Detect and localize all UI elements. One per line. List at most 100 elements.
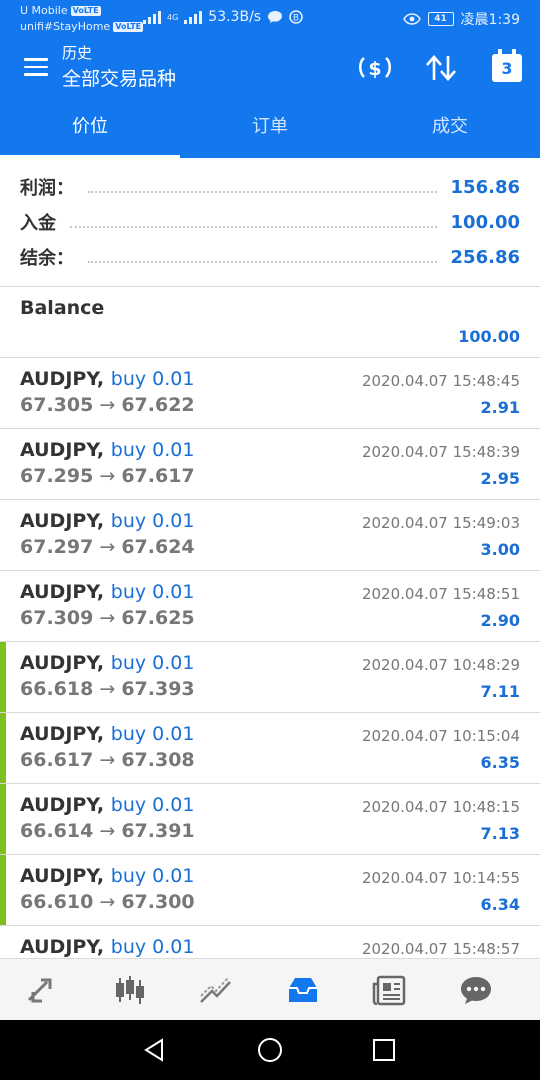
menu-icon[interactable] (24, 58, 48, 76)
recents-icon[interactable] (372, 1038, 396, 1062)
deal-prices: 66.614 → 67.391 (20, 820, 195, 842)
network-type: 4G (167, 12, 179, 22)
balance-value: 256.86 (450, 246, 520, 268)
deal-profit: 2.95 (480, 469, 520, 488)
deal-symbol-name: AUDJPY, (20, 510, 105, 532)
deal-time: 2020.04.07 15:48:39 (361, 443, 520, 461)
deal-symbol-name: AUDJPY, (20, 368, 105, 390)
svg-text:$: $ (368, 58, 381, 80)
chart-icon (115, 976, 144, 1004)
balance-row: 结余： 256.86 (20, 242, 520, 272)
status-right: 41 凌晨1:39 (402, 9, 520, 29)
trade-icon (200, 977, 232, 1003)
app-bar: 历史 全部交易品种 $ 3 (0, 38, 540, 98)
nav-messages[interactable] (433, 959, 520, 1021)
sort-icon[interactable] (424, 52, 458, 84)
deal-open-price: 66.618 (20, 678, 94, 700)
deal-row[interactable]: AUDJPY, buy 0.01 66.617 → 67.308 2020.04.0… (0, 713, 540, 784)
currency-exchange-icon[interactable]: $ (356, 52, 394, 84)
tab-prices[interactable]: 价位 (0, 98, 180, 158)
arrow-right-icon: → (93, 394, 122, 416)
arrow-right-icon: → (93, 465, 122, 487)
profit-value: 156.86 (450, 176, 520, 198)
deal-time: 2020.04.07 15:48:45 (361, 372, 520, 390)
deal-time: 2020.04.07 15:48:57 (361, 940, 520, 958)
arrow-right-icon: → (93, 678, 122, 700)
tab-deals[interactable]: 成交 (360, 98, 540, 158)
deal-row[interactable]: AUDJPY, buy 0.01 67.305 → 67.622 2020.04.0… (0, 358, 540, 429)
message-notification-icon (268, 11, 283, 23)
deal-profit: 6.34 (480, 895, 520, 914)
carrier-2: unifi#StayHome (20, 20, 111, 33)
deal-symbol: AUDJPY, buy 0.01 (20, 794, 194, 816)
volte-badge: VoLTE (113, 22, 144, 32)
deal-row[interactable]: AUDJPY, buy 0.01 2020.04.07 15:48:57 (0, 926, 540, 960)
deal-list[interactable]: AUDJPY, buy 0.01 67.305 → 67.622 2020.04.0… (0, 358, 540, 960)
status-bar: U Mobile VoLTE unifi#StayHome VoLTE 4G 53.… (0, 0, 540, 38)
deal-symbol: AUDJPY, buy 0.01 (20, 936, 194, 958)
news-icon (372, 975, 405, 1006)
arrow-right-icon: → (93, 607, 122, 629)
deal-type: buy 0.01 (110, 581, 195, 603)
arrow-right-icon: → (93, 749, 122, 771)
volte-badge: VoLTE (70, 6, 101, 16)
deal-time: 2020.04.07 10:14:55 (361, 869, 520, 887)
svg-text:B: B (293, 14, 299, 24)
deal-prices: 66.610 → 67.300 (20, 891, 195, 913)
page-title: 历史 (62, 44, 93, 62)
tab-orders[interactable]: 订单 (180, 98, 360, 158)
deal-type: buy 0.01 (110, 368, 195, 390)
deal-time: 2020.04.07 10:15:04 (361, 727, 520, 745)
balance-label: 结余： (20, 248, 74, 269)
carrier-info: U Mobile VoLTE unifi#StayHome VoLTE (20, 3, 144, 35)
deal-close-price: 67.624 (121, 536, 195, 558)
profit-label: 利润： (20, 178, 74, 199)
deal-close-price: 67.617 (121, 465, 195, 487)
tab-bar: 价位 订单 成交 (0, 98, 540, 158)
nav-quotes[interactable] (0, 959, 87, 1021)
signal-icon (184, 10, 203, 24)
network-speed: 53.3B/s (208, 9, 262, 25)
nav-trade[interactable] (173, 959, 260, 1021)
deal-prices: 67.309 → 67.625 (20, 607, 195, 629)
deal-symbol: AUDJPY, buy 0.01 (20, 510, 194, 532)
deal-close-price: 67.300 (121, 891, 195, 913)
network-info: 4G 53.3B/s B (143, 9, 303, 25)
home-icon[interactable] (257, 1037, 283, 1063)
deal-symbol-name: AUDJPY, (20, 723, 105, 745)
deal-row[interactable]: AUDJPY, buy 0.01 66.614 → 67.391 2020.04.0… (0, 784, 540, 855)
deal-row[interactable]: AUDJPY, buy 0.01 66.618 → 67.393 2020.04.0… (0, 642, 540, 713)
signal-icon (143, 10, 161, 24)
deal-symbol-name: AUDJPY, (20, 439, 105, 461)
symbol-filter[interactable]: 全部交易品种 (62, 64, 176, 91)
deal-type: buy 0.01 (110, 936, 195, 958)
deal-close-price: 67.391 (121, 820, 195, 842)
nav-chart[interactable] (87, 959, 174, 1021)
deal-close-price: 67.308 (121, 749, 195, 771)
deal-row[interactable]: AUDJPY, buy 0.01 67.295 → 67.617 2020.04.0… (0, 429, 540, 500)
b-notification-icon: B (289, 10, 303, 24)
deal-row[interactable]: AUDJPY, buy 0.01 66.610 → 67.300 2020.04.0… (0, 855, 540, 926)
deal-open-price: 66.617 (20, 749, 94, 771)
deal-row[interactable]: AUDJPY, buy 0.01 67.297 → 67.624 2020.04.0… (0, 500, 540, 571)
deal-time: 2020.04.07 10:48:15 (361, 798, 520, 816)
deal-row[interactable]: AUDJPY, buy 0.01 67.309 → 67.625 2020.04.0… (0, 571, 540, 642)
deal-type: buy 0.01 (110, 794, 195, 816)
balance-entry[interactable]: Balance 100.00 (0, 287, 540, 358)
nav-history[interactable] (260, 959, 347, 1021)
deal-profit: 6.35 (480, 753, 520, 772)
deal-close-price: 67.625 (121, 607, 195, 629)
messages-icon (461, 977, 492, 1004)
deal-open-price: 66.610 (20, 891, 94, 913)
nav-news[interactable] (346, 959, 433, 1021)
deal-profit: 7.11 (480, 682, 520, 701)
deal-time: 2020.04.07 10:48:29 (361, 656, 520, 674)
deposit-row: 入金 100.00 (20, 207, 520, 237)
deal-profit: 2.90 (480, 611, 520, 630)
deal-symbol-name: AUDJPY, (20, 865, 105, 887)
arrow-right-icon: → (93, 891, 122, 913)
quotes-icon (28, 978, 52, 1003)
back-icon[interactable] (142, 1038, 166, 1062)
carrier-1: U Mobile (20, 4, 68, 17)
balance-entry-amount: 100.00 (458, 327, 520, 346)
